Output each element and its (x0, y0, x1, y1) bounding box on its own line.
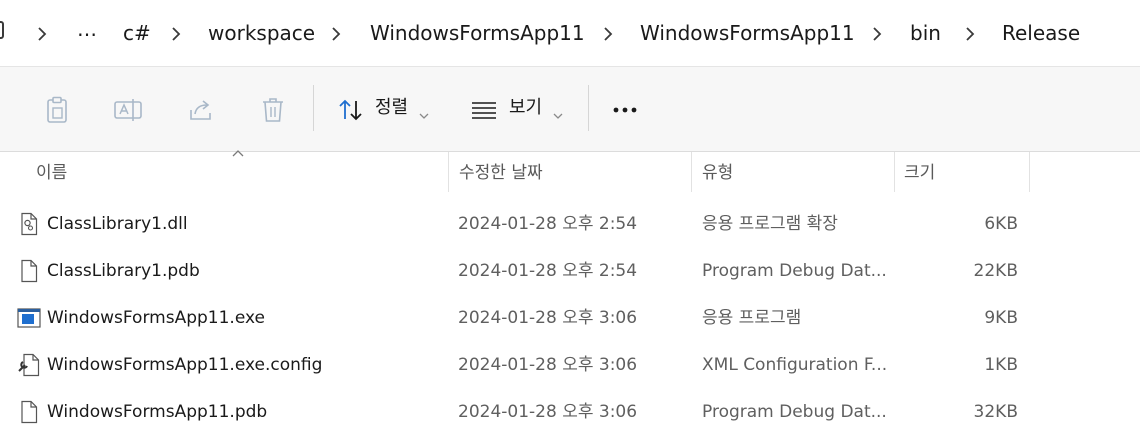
sort-button[interactable]: 정렬 (375, 97, 408, 119)
file-name: ClassLibrary1.dll (47, 214, 188, 234)
breadcrumb-item-release[interactable]: Release (1002, 20, 1080, 46)
column-size[interactable]: 크기 (904, 162, 935, 184)
view-icon[interactable] (467, 93, 501, 127)
exe-file-icon (17, 308, 41, 328)
breadcrumb-item-csharp[interactable]: c# (123, 20, 151, 46)
file-name: WindowsFormsApp11.pdb (47, 402, 268, 422)
view-button[interactable]: 보기 (509, 97, 542, 119)
table-row[interactable]: WindowsFormsApp11.exe.config 2024-01-28 … (0, 342, 1140, 389)
breadcrumb-item-bin[interactable]: bin (910, 20, 941, 46)
column-date[interactable]: 수정한 날짜 (459, 162, 543, 184)
config-file-icon (18, 353, 40, 377)
panel-toggle-icon[interactable] (0, 21, 4, 39)
file-date: 2024-01-28 오후 2:54 (458, 214, 638, 234)
file-date: 2024-01-28 오후 3:06 (458, 402, 638, 422)
copy-button[interactable] (40, 93, 74, 127)
file-size: 9KB (984, 308, 1018, 328)
column-header: 이름 수정한 날짜 유형 크기 (0, 150, 1140, 192)
file-type: 응용 프로그램 확장 (702, 214, 838, 234)
address-bar: … c# workspace WindowsFormsApp11 Windows… (0, 0, 1140, 67)
breadcrumb-item-project-folder[interactable]: WindowsFormsApp11 (640, 20, 855, 46)
column-name[interactable]: 이름 (36, 162, 67, 184)
sort-icon[interactable] (334, 93, 368, 127)
file-type: 응용 프로그램 (702, 308, 802, 328)
chevron-right-icon[interactable] (598, 24, 618, 44)
file-name: WindowsFormsApp11.exe.config (47, 355, 323, 375)
file-type: Program Debug Dat... (702, 402, 887, 422)
chevron-right-icon[interactable] (867, 24, 887, 44)
file-date: 2024-01-28 오후 3:06 (458, 308, 638, 328)
chevron-right-icon[interactable] (326, 24, 346, 44)
command-bar: 정렬 보기 (0, 67, 1140, 152)
file-name: WindowsFormsApp11.exe (47, 308, 265, 328)
file-size: 6KB (984, 214, 1018, 234)
table-row[interactable]: ClassLibrary1.dll 2024-01-28 오후 2:54 응용 … (0, 201, 1140, 248)
column-divider[interactable] (448, 152, 449, 192)
file-icon (21, 400, 38, 424)
copy-icon (47, 96, 67, 123)
chevron-right-icon[interactable] (960, 24, 980, 44)
breadcrumb-item-project[interactable]: WindowsFormsApp11 (370, 20, 585, 46)
column-divider[interactable] (894, 152, 895, 192)
chevron-down-icon[interactable] (552, 105, 564, 124)
table-row[interactable]: WindowsFormsApp11.exe 2024-01-28 오후 3:06… (0, 295, 1140, 342)
table-row[interactable]: WindowsFormsApp11.pdb 2024-01-28 오후 3:06… (0, 389, 1140, 436)
file-icon (21, 259, 38, 283)
more-icon (613, 107, 637, 113)
delete-button[interactable] (256, 93, 290, 127)
dll-file-icon (21, 212, 38, 236)
file-size: 22KB (973, 261, 1018, 281)
file-type: XML Configuration F... (702, 355, 888, 375)
file-type: Program Debug Dat... (702, 261, 887, 281)
chevron-down-icon[interactable] (418, 105, 430, 124)
share-icon (190, 100, 211, 120)
file-size: 1KB (984, 355, 1018, 375)
column-type[interactable]: 유형 (702, 162, 733, 184)
table-row[interactable]: ClassLibrary1.pdb 2024-01-28 오후 2:54 Pro… (0, 248, 1140, 295)
chevron-right-icon[interactable] (32, 24, 52, 44)
breadcrumb-item-workspace[interactable]: workspace (208, 20, 315, 46)
more-options-button[interactable] (608, 93, 642, 127)
file-date: 2024-01-28 오후 2:54 (458, 261, 638, 281)
column-divider[interactable] (691, 152, 692, 192)
rename-button[interactable] (111, 93, 145, 127)
rename-icon (114, 99, 142, 121)
file-size: 32KB (973, 402, 1018, 422)
chevron-right-icon[interactable] (166, 24, 186, 44)
toolbar-divider (313, 85, 314, 131)
sort-ascending-icon (232, 150, 244, 157)
file-date: 2024-01-28 오후 3:06 (458, 355, 638, 375)
breadcrumb-overflow[interactable]: … (77, 16, 97, 42)
toolbar-divider (588, 85, 589, 131)
delete-icon (263, 98, 283, 122)
column-divider[interactable] (1029, 152, 1030, 192)
file-name: ClassLibrary1.pdb (47, 261, 200, 281)
share-button[interactable] (184, 93, 218, 127)
